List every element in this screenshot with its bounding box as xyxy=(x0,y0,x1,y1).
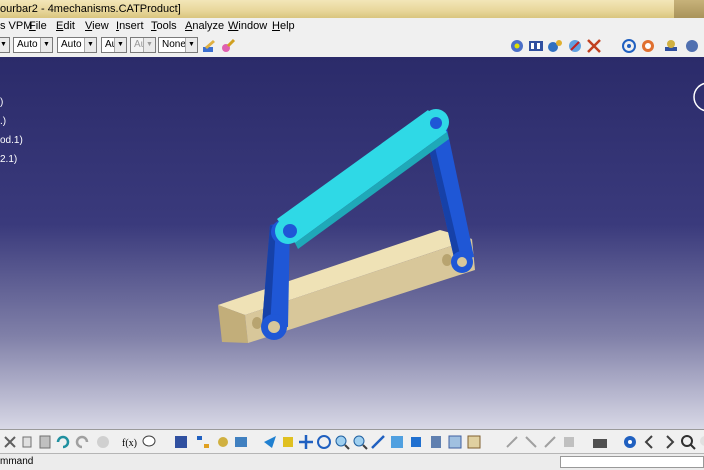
painter-icon[interactable] xyxy=(201,38,217,54)
hide-show-icon[interactable] xyxy=(447,434,463,450)
redo-icon[interactable] xyxy=(75,434,91,450)
rotate-icon[interactable] xyxy=(621,38,637,54)
simulation-icon[interactable] xyxy=(528,38,544,54)
window-title: ourbar2 - 4mechanisms.CATProduct] xyxy=(0,3,181,15)
status-bar: mmand xyxy=(0,453,704,470)
fourbar-mechanism[interactable] xyxy=(0,57,704,429)
disabled-tool-icon xyxy=(506,436,518,448)
comment-icon[interactable] xyxy=(141,434,157,450)
line-weight-combo[interactable]: Auto ▼ xyxy=(57,37,97,53)
chevron-down-icon: ▼ xyxy=(185,38,197,52)
combo-value: Auto xyxy=(61,39,82,50)
previous-icon[interactable] xyxy=(642,434,658,450)
menu-view[interactable]: View xyxy=(85,20,109,32)
pattern-combo[interactable]: None ▼ xyxy=(158,37,198,53)
swap-visible-icon[interactable] xyxy=(466,434,482,450)
menu-window[interactable]: Window xyxy=(228,20,267,32)
menu-insert[interactable]: Insert xyxy=(116,20,144,32)
chevron-down-icon: ▼ xyxy=(143,38,155,52)
disabled-tool-icon xyxy=(564,437,574,447)
sensor-icon[interactable] xyxy=(567,38,583,54)
target-icon[interactable] xyxy=(622,434,638,450)
line-type-combo[interactable]: Aut ▼ xyxy=(101,37,127,53)
menu-analyze[interactable]: Analyze xyxy=(185,20,224,32)
normal-view-icon[interactable] xyxy=(370,434,386,450)
copy-icon[interactable] xyxy=(20,434,36,450)
viewport-3d[interactable]: ) .) od.1) 2.1) xyxy=(0,57,704,429)
disabled-tool-icon xyxy=(544,436,556,448)
chevron-down-icon: ▼ xyxy=(114,38,126,52)
search-icon[interactable] xyxy=(680,434,696,450)
chevron-down-icon: ▼ xyxy=(84,38,96,52)
title-bar: ourbar2 - 4mechanisms.CATProduct] xyxy=(0,0,704,19)
structure-icon[interactable] xyxy=(233,434,249,450)
pan-icon[interactable] xyxy=(298,434,314,450)
tools-icon[interactable] xyxy=(586,38,602,54)
rotate-view-icon[interactable] xyxy=(316,434,332,450)
fly-icon[interactable] xyxy=(262,434,278,450)
partial-combo[interactable]: ▼ xyxy=(0,37,10,53)
render-style-icon[interactable] xyxy=(428,434,444,450)
product-icon[interactable] xyxy=(215,434,231,450)
camera-icon[interactable] xyxy=(592,434,608,450)
zoom-out-icon[interactable] xyxy=(352,434,368,450)
formula-icon[interactable]: f(x) xyxy=(122,434,138,450)
svg-text:f(x): f(x) xyxy=(122,438,137,449)
zoom-in-icon[interactable] xyxy=(334,434,350,450)
constraint-icon[interactable] xyxy=(509,38,525,54)
zoom-icon[interactable] xyxy=(698,434,704,450)
coupler-link[interactable] xyxy=(275,109,449,249)
line-color-combo[interactable]: Auto ▼ xyxy=(13,37,53,53)
menu-help[interactable]: Help xyxy=(272,20,295,32)
combo-value: Auto xyxy=(17,39,38,50)
command-label: mmand xyxy=(0,456,34,467)
window-controls[interactable] xyxy=(674,0,704,18)
menu-bar: s VPM File Edit View Insert Tools Analyz… xyxy=(0,18,704,36)
layer-combo: Aut ▼ xyxy=(130,37,156,53)
menu-edit[interactable]: Edit xyxy=(56,20,75,32)
disabled-tool-icon xyxy=(525,436,537,448)
joint-icon[interactable] xyxy=(684,38,700,54)
top-toolbar: ▼ Auto ▼ Auto ▼ Aut ▼ Aut ▼ None ▼ xyxy=(0,35,704,58)
next-icon[interactable] xyxy=(661,434,677,450)
properties-icon[interactable] xyxy=(220,38,236,54)
command-input[interactable] xyxy=(560,456,704,468)
bottom-toolbar: f(x) xyxy=(0,429,704,454)
mechanism-icon[interactable] xyxy=(663,38,679,54)
undo-icon[interactable] xyxy=(54,434,70,450)
chevron-down-icon: ▼ xyxy=(40,38,52,52)
fit-all-icon[interactable] xyxy=(280,434,296,450)
paste-icon[interactable] xyxy=(37,434,53,450)
iso-view-icon[interactable] xyxy=(408,434,424,450)
ground-link[interactable] xyxy=(218,230,475,343)
cut-icon[interactable] xyxy=(2,434,18,450)
combo-value: None xyxy=(162,39,186,50)
tree-icon[interactable] xyxy=(195,434,211,450)
kinematics-icon[interactable] xyxy=(547,38,563,54)
help-icon[interactable] xyxy=(95,434,111,450)
catalog-icon[interactable] xyxy=(173,434,189,450)
multi-view-icon[interactable] xyxy=(389,434,405,450)
explode-icon[interactable] xyxy=(640,38,656,54)
menu-tools[interactable]: Tools xyxy=(151,20,177,32)
menu-file[interactable]: File xyxy=(29,20,47,32)
menu-vpm[interactable]: s VPM xyxy=(0,20,32,32)
